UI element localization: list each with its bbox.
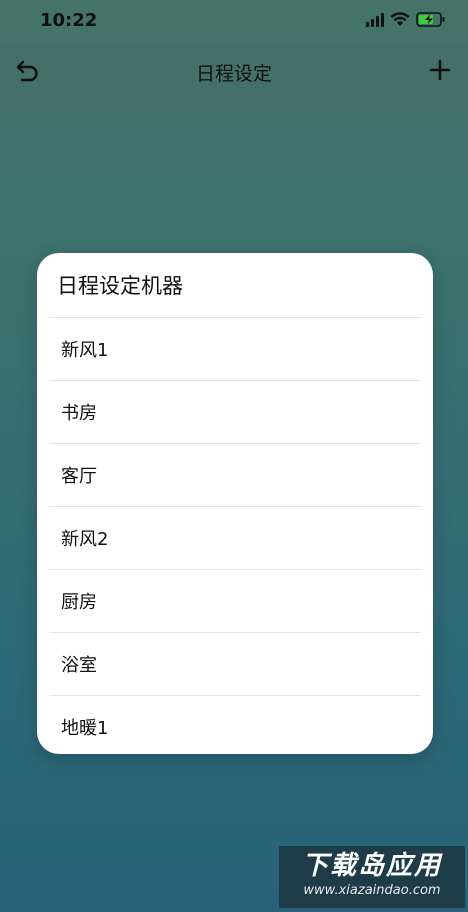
watermark-sub: www.xiazaindao.com <box>303 883 441 898</box>
nav-bar: 日程设定 <box>0 42 468 96</box>
device-item-1[interactable]: 书房 <box>49 380 421 443</box>
device-list: 新风1 书房 客厅 新风2 厨房 浴室 地暖1 <box>49 317 421 754</box>
battery-charging-icon <box>416 12 446 27</box>
dialog-title: 日程设定机器 <box>57 274 183 298</box>
device-item-4[interactable]: 厨房 <box>49 569 421 632</box>
device-item-3[interactable]: 新风2 <box>49 506 421 569</box>
plus-icon <box>429 59 451 81</box>
device-item-5[interactable]: 浴室 <box>49 632 421 695</box>
status-icons <box>366 12 446 27</box>
watermark: 下载岛应用 www.xiazaindao.com <box>279 846 465 908</box>
status-time: 10:22 <box>40 10 98 31</box>
wifi-icon <box>390 12 410 27</box>
device-item-2[interactable]: 客厅 <box>49 443 421 506</box>
device-item-6[interactable]: 地暖1 <box>49 695 421 754</box>
status-bar: 10:22 <box>0 0 468 42</box>
page-title: 日程设定 <box>195 63 272 85</box>
watermark-main: 下载岛应用 <box>301 851 442 881</box>
device-select-dialog: 日程设定机器 新风1 书房 客厅 新风2 厨房 浴室 地暖1 <box>37 253 433 754</box>
device-item-0[interactable]: 新风1 <box>49 317 421 380</box>
add-button[interactable] <box>426 56 454 84</box>
signal-icon <box>366 12 384 27</box>
